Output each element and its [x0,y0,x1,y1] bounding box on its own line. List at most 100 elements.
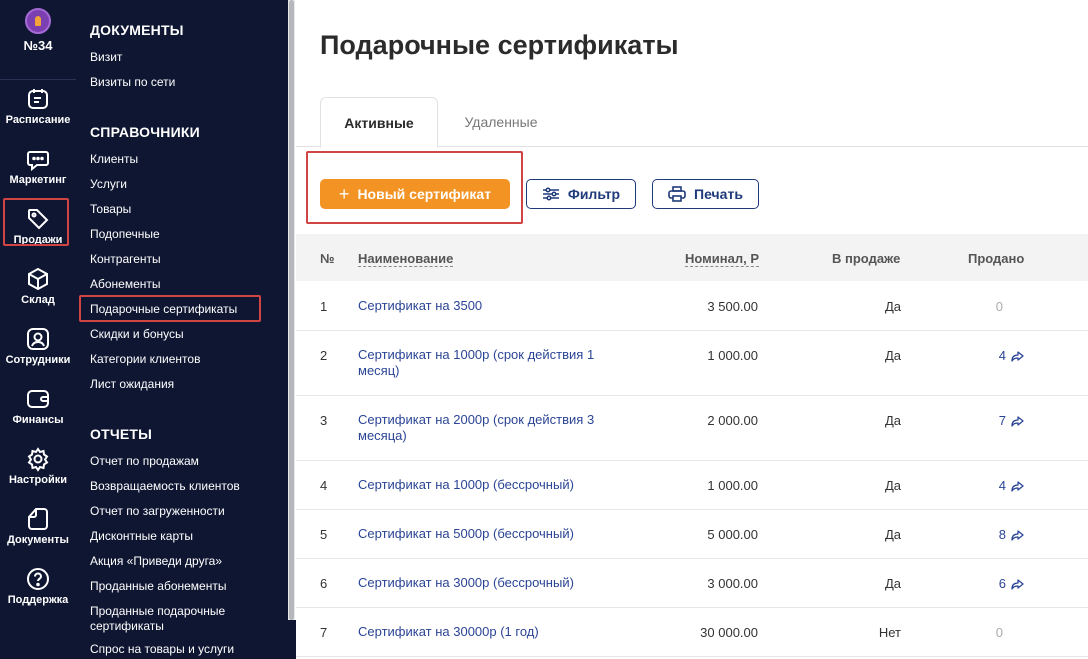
row-sold: 0 [926,625,1024,640]
sold-link[interactable]: 7 [926,413,1024,428]
menu-item-contractors[interactable]: Контрагенты [90,252,161,266]
table-row[interactable]: 4 Сертификат на 1000р (бессрочный) 1 000.0… [296,461,1088,510]
rail-item-schedule[interactable]: Расписание [0,78,76,136]
new-certificate-button[interactable]: + Новый сертификат [320,179,510,209]
row-sold[interactable]: 7 [926,413,1024,428]
table-row[interactable]: 5 Сертификат на 5000р (бессрочный) 5 000.0… [296,510,1088,559]
row-nominal: 3 500.00 [707,299,758,314]
rail-item-documents[interactable]: Документы [0,498,76,556]
col-name[interactable]: Наименование [358,251,454,267]
rail-item-finance[interactable]: Финансы [0,378,76,436]
menu-item-clients[interactable]: Клиенты [90,152,138,166]
menu-item-referral[interactable]: Акция «Приведи друга» [90,554,222,568]
org-number: №34 [23,38,53,53]
certificate-name-link[interactable]: Сертификат на 1000р (срок действия 1 мес… [358,347,620,379]
menu-item-sold-subscriptions[interactable]: Проданные абонементы [90,579,226,593]
row-number: 4 [320,478,328,493]
table-row[interactable]: 7 Сертификат на 30000р (1 год) 30 000.00 Не… [296,608,1088,657]
sold-count: 0 [995,625,1003,640]
row-sold[interactable]: 4 [926,348,1024,363]
table-row[interactable]: 1 Сертификат на 3500 3 500.00 Да 0 [296,282,1088,331]
table-row[interactable]: 6 Сертификат на 3000р (бессрочный) 3 000.0… [296,559,1088,608]
share-arrow-icon [1011,529,1024,541]
table-row[interactable]: 3 Сертификат на 2000р (срок действия 3 ме… [296,396,1088,461]
sold-link[interactable]: 6 [926,576,1024,591]
rail-label: Маркетинг [9,174,67,186]
row-nominal: 1 000.00 [707,348,758,363]
sold-count: 4 [998,348,1006,363]
rail-item-staff[interactable]: Сотрудники [0,318,76,376]
certificate-name-link[interactable]: Сертификат на 2000р (срок действия 3 мес… [358,412,620,444]
rail-label: Расписание [5,114,71,126]
row-sold[interactable]: 8 [926,527,1024,542]
certificate-name-link[interactable]: Сертификат на 30000р (1 год) [358,624,620,640]
certificate-name-link[interactable]: Сертификат на 3000р (бессрочный) [358,575,620,591]
row-sold[interactable]: 4 [926,478,1024,493]
rail-label: Настройки [8,474,68,486]
plus-icon: + [338,184,350,204]
menu-item-visit[interactable]: Визит [90,50,122,64]
document-icon [28,508,48,530]
scroll-thumb[interactable] [289,0,294,620]
sold-link[interactable]: 4 [926,348,1024,363]
menu-item-retention[interactable]: Возвращаемость клиентов [90,479,240,493]
menu-item-goods[interactable]: Товары [90,202,131,216]
certificate-name-link[interactable]: Сертификат на 1000р (бессрочный) [358,477,620,493]
menu-scrollbar[interactable] [288,0,295,659]
menu-item-demand[interactable]: Спрос на товары и услуги [90,642,234,656]
rail-label: Поддержка [7,594,69,606]
calendar-icon [28,89,48,109]
menu-item-load-report[interactable]: Отчет по загруженности [90,504,225,518]
tab-deleted[interactable]: Удаленные [444,97,558,147]
row-nominal: 1 000.00 [707,478,758,493]
rail-item-support[interactable]: Поддержка [0,558,76,616]
print-button[interactable]: Печать [652,179,759,209]
table-row[interactable]: 2 Сертификат на 1000р (срок действия 1 ме… [296,331,1088,396]
menu-item-discounts[interactable]: Скидки и бонусы [90,327,184,341]
row-number: 5 [320,527,328,542]
rail-item-marketing[interactable]: Маркетинг [0,138,76,196]
menu-item-network-visits[interactable]: Визиты по сети [90,75,175,89]
sold-count: 7 [998,413,1006,428]
page-title: Подарочные сертификаты [320,30,679,60]
rail-item-warehouse[interactable]: Склад [0,258,76,316]
certificate-name-link[interactable]: Сертификат на 3500 [358,298,620,314]
row-nominal: 3 000.00 [707,576,758,591]
rail-label: Финансы [12,414,64,426]
row-on-sale: Да [884,413,901,428]
row-number: 3 [320,413,328,428]
share-arrow-icon [1011,578,1024,590]
row-sold[interactable]: 6 [926,576,1024,591]
rail-item-settings[interactable]: Настройки [0,438,76,496]
tab-active[interactable]: Активные [320,97,438,148]
highlight-box [3,198,69,246]
certificate-name-link[interactable]: Сертификат на 5000р (бессрочный) [358,526,620,542]
filter-button[interactable]: Фильтр [526,179,636,209]
menu-item-services[interactable]: Услуги [90,177,127,191]
row-on-sale: Да [884,348,901,363]
menu-item-wards[interactable]: Подопечные [90,227,160,241]
wallet-icon [27,390,49,408]
menu-item-gift-certificates[interactable]: Подарочные сертификаты [90,302,237,316]
menu-item-sold-certificates[interactable]: Проданные подарочные сертификаты [90,604,250,634]
menu-item-waitlist[interactable]: Лист ожидания [90,377,174,391]
col-nominal[interactable]: Номинал, Р [685,251,760,267]
sold-link[interactable]: 8 [926,527,1024,542]
menu-item-sales-report[interactable]: Отчет по продажам [90,454,199,468]
rail-item-sales[interactable]: Продажи [0,198,76,256]
printer-icon [668,186,686,202]
menu-item-client-categories[interactable]: Категории клиентов [90,352,200,366]
row-on-sale: Да [884,478,901,493]
sold-count: 6 [998,576,1006,591]
sold-count: 0 [995,299,1003,314]
table-header: № Наименование Номинал, Р В продаже Прод… [296,234,1088,281]
menu-section-title: СПРАВОЧНИКИ [90,124,200,140]
rail-label: Документы [7,534,69,546]
sold-link[interactable]: 4 [926,478,1024,493]
col-number: № [320,251,335,266]
menu-item-subscriptions[interactable]: Абонементы [90,277,161,291]
col-sold: Продано [968,251,1025,266]
menu-item-discount-cards[interactable]: Дисконтные карты [90,529,193,543]
sold-count: 4 [998,478,1006,493]
org-switcher[interactable]: №34 [0,8,76,80]
